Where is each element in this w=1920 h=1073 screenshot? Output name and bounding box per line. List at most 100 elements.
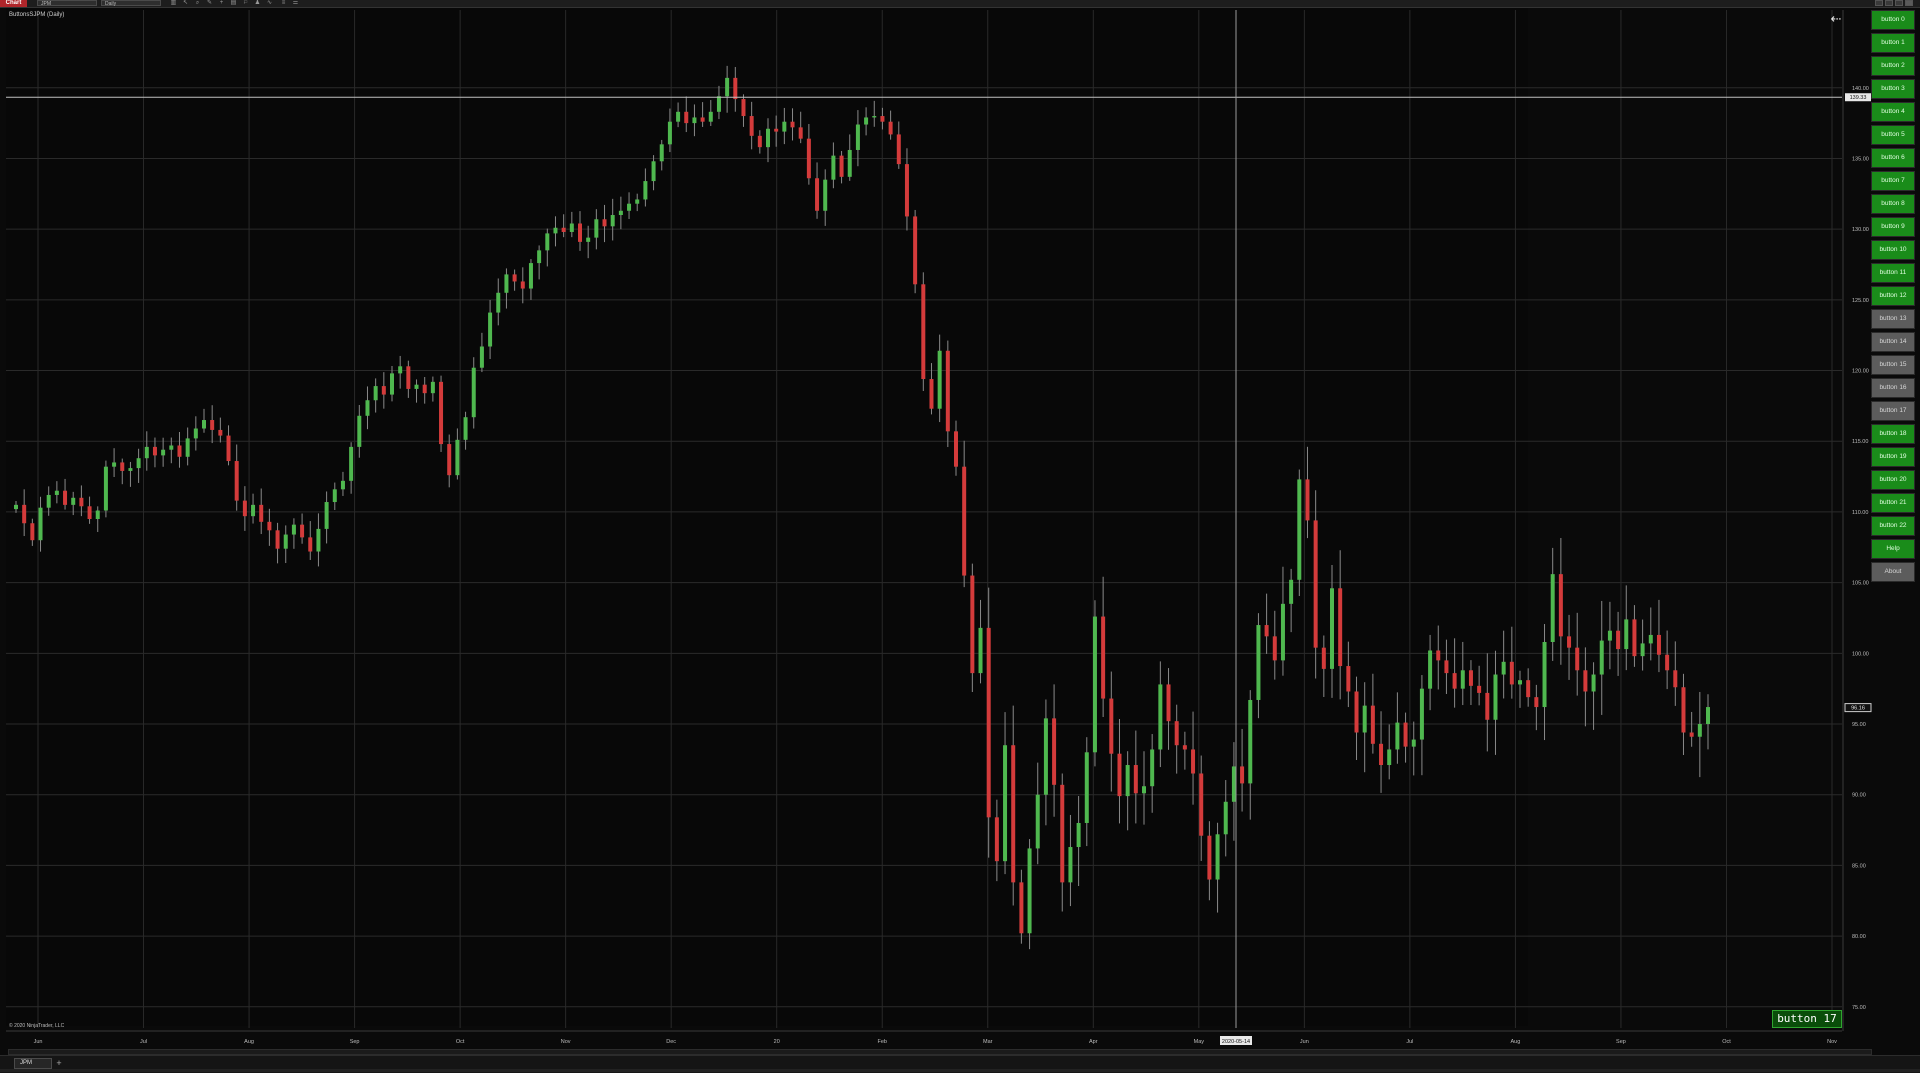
button-8-button[interactable]: button 8 (1871, 194, 1915, 214)
candle-body (1591, 674, 1596, 692)
x-tick-label: Nov (1827, 1039, 1837, 1045)
candle-body (1330, 588, 1334, 669)
candle-body (692, 117, 697, 124)
candle-body (202, 420, 206, 429)
button-9-button[interactable]: button 9 (1871, 217, 1915, 237)
chart-window: Chart JPM Daily ▥ ↖ ⌕ ✎ + ▤ ⚐ ♟ ∿ ≡ ☰ 14… (0, 0, 1920, 1073)
button-20-button[interactable]: button 20 (1871, 470, 1915, 490)
candle-body (1011, 745, 1016, 883)
candle-body (1370, 705, 1375, 744)
candle-body (251, 504, 256, 517)
candle-body (757, 135, 762, 148)
candle-body (1452, 673, 1457, 689)
candle-body (496, 292, 501, 313)
candle-body (643, 181, 648, 200)
candle-body (1125, 765, 1130, 797)
candle-body (1027, 848, 1032, 934)
y-tick-label: 135.00 (1852, 156, 1869, 162)
candle (1607, 601, 1612, 670)
button-6-button[interactable]: button 6 (1871, 148, 1915, 168)
button-19-button[interactable]: button 19 (1871, 447, 1915, 467)
candle-body (1550, 574, 1555, 643)
button-21-button[interactable]: button 21 (1871, 493, 1915, 513)
button-1-button[interactable]: button 1 (1871, 33, 1915, 53)
candle-body (1583, 670, 1588, 692)
crosshair-date-label: 2020-05-14 (1222, 1039, 1250, 1045)
button-11-button[interactable]: button 11 (1871, 263, 1915, 283)
button-10-button[interactable]: button 10 (1871, 240, 1915, 260)
candle-body (872, 116, 877, 118)
candle-body (234, 461, 239, 501)
candle-body (880, 116, 885, 122)
button-14-button[interactable]: button 14 (1871, 332, 1915, 352)
candle-body (1142, 786, 1146, 794)
candle-body (463, 417, 468, 440)
candle-body (1616, 630, 1621, 650)
candle-body (1084, 752, 1089, 823)
candle (1648, 607, 1653, 661)
button-17-button[interactable]: button 17 (1871, 401, 1915, 421)
button-5-button[interactable]: button 5 (1871, 125, 1915, 145)
candle (1534, 684, 1539, 731)
price-chart[interactable]: 140.00 135.00 130.00 125.00 120.00 115.00 110.… (0, 0, 1920, 1072)
y-tick-label: 100.00 (1852, 651, 1869, 657)
candle (1673, 641, 1678, 706)
button-12-button[interactable]: button 12 (1871, 286, 1915, 306)
button-7-button[interactable]: button 7 (1871, 171, 1915, 191)
candle-body (806, 138, 811, 179)
candle-body (1575, 647, 1580, 671)
candle-body (1313, 520, 1318, 648)
candle-body (1607, 630, 1612, 641)
candle-body (439, 381, 444, 445)
button-22-button[interactable]: button 22 (1871, 516, 1915, 536)
candle-body (1321, 647, 1326, 669)
candle (1558, 537, 1563, 665)
button-15-button[interactable]: button 15 (1871, 355, 1915, 375)
candle-body (929, 379, 934, 409)
candle (1591, 662, 1596, 730)
button-2-button[interactable]: button 2 (1871, 56, 1915, 76)
candle-body (954, 431, 958, 467)
candle-body (1362, 705, 1367, 733)
candle-body (594, 219, 599, 238)
candle-body (324, 502, 329, 529)
back-arrow-icon[interactable]: ⇠ (1830, 12, 1842, 25)
candle-body (504, 274, 509, 293)
candle-body (120, 462, 125, 471)
candle-body (561, 227, 566, 232)
candle-body (22, 504, 27, 524)
candle-body (1174, 721, 1179, 746)
y-tick-label: 120.00 (1852, 369, 1869, 375)
add-tab-icon[interactable]: + (54, 1058, 64, 1069)
candle-body (1640, 643, 1645, 657)
candle-body (569, 223, 574, 232)
candle-body (422, 384, 427, 394)
button-4-button[interactable]: button 4 (1871, 102, 1915, 122)
last-price-label: 96.16 (1851, 706, 1865, 712)
about-button[interactable]: About (1871, 562, 1915, 582)
y-tick-label: 125.00 (1852, 298, 1869, 304)
button-0-button[interactable]: button 0 (1871, 10, 1915, 30)
candle (1681, 673, 1686, 756)
candle-body (1697, 724, 1702, 737)
candle-body (618, 210, 623, 216)
candle-body (978, 627, 983, 674)
x-tick-label: Oct (1722, 1039, 1731, 1045)
candle-body (1436, 650, 1441, 661)
candle-body (1411, 739, 1416, 747)
button-13-button[interactable]: button 13 (1871, 309, 1915, 329)
tab-jpm[interactable]: JPM (14, 1058, 52, 1069)
button-3-button[interactable]: button 3 (1871, 79, 1915, 99)
button-18-button[interactable]: button 18 (1871, 424, 1915, 444)
candle-body (14, 504, 18, 510)
candle-body (128, 468, 133, 471)
y-tick-label: 105.00 (1852, 581, 1869, 587)
candle (1599, 600, 1604, 715)
candle-body (970, 575, 975, 674)
candle (1697, 691, 1702, 778)
x-tick-label: Mar (983, 1039, 993, 1045)
help-button[interactable]: Help (1871, 539, 1915, 559)
button-16-button[interactable]: button 16 (1871, 378, 1915, 398)
candle (1567, 614, 1572, 680)
candle-body (790, 121, 795, 128)
